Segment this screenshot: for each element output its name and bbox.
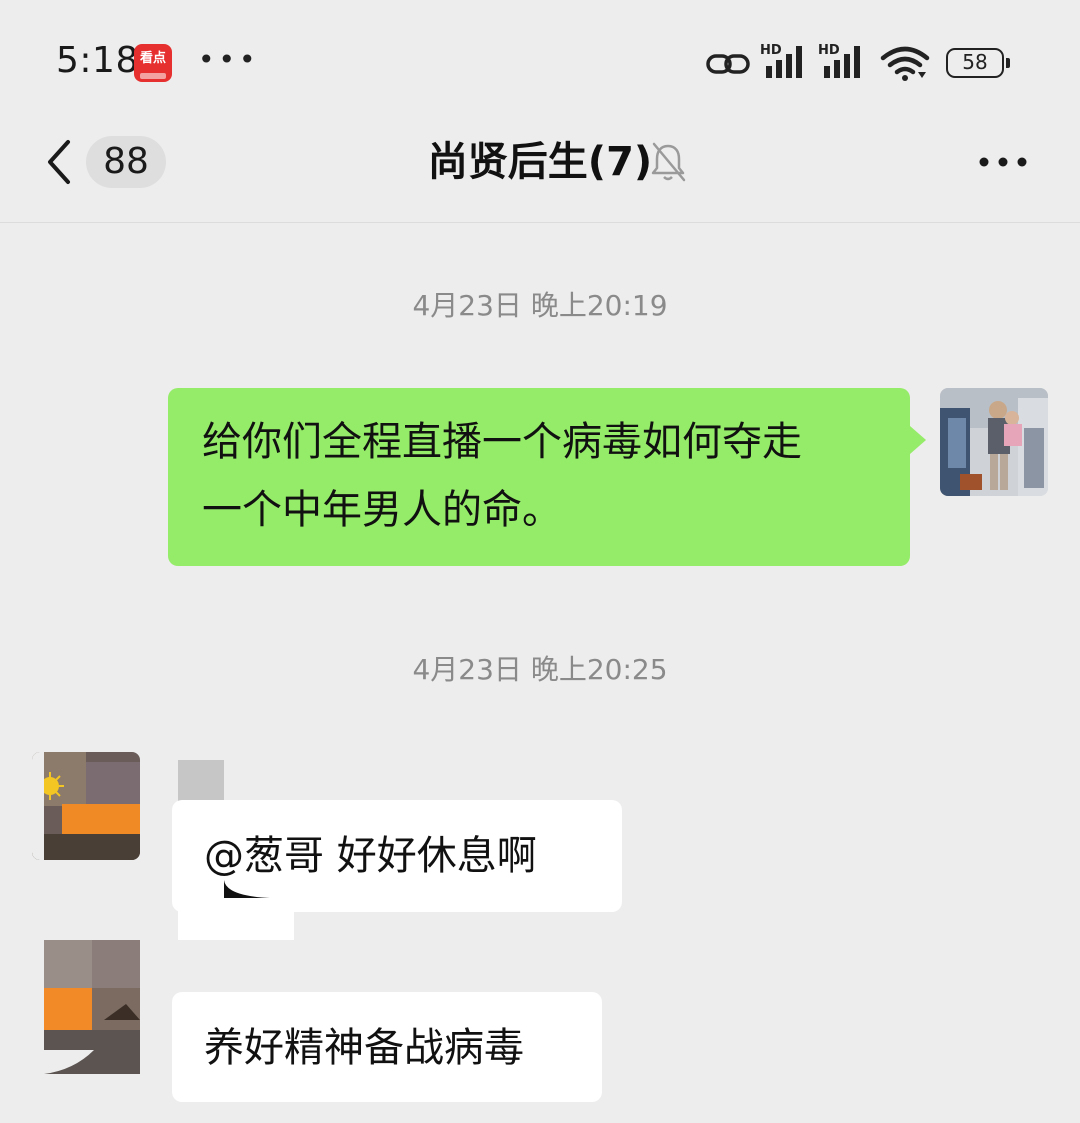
battery-icon: 58 xyxy=(946,48,1010,78)
message-timestamp: 4月23日 晚上20:25 xyxy=(412,653,668,686)
chat-header: 88 尚贤后生(7) xyxy=(0,120,1080,223)
status-bar: 5:18 看点 ••• HD HD 58 xyxy=(0,0,1080,120)
more-notifications-icon: ••• xyxy=(198,43,260,76)
signal-icon: HD xyxy=(760,43,802,78)
signal-icon: HD xyxy=(818,43,860,78)
message-text: 养好精神备战病毒 xyxy=(204,1025,524,1071)
app-badge-label: 看点 xyxy=(139,51,166,66)
network-type-1: HD xyxy=(760,43,782,58)
status-time: 5:18 xyxy=(56,40,139,81)
app-notification-icon: 看点 xyxy=(134,44,172,82)
unread-count-badge[interactable]: 88 xyxy=(86,136,166,188)
more-horizontal-icon[interactable] xyxy=(978,148,1028,176)
chevron-left-icon[interactable] xyxy=(40,136,80,188)
wifi-icon xyxy=(880,46,930,81)
avatar[interactable] xyxy=(940,388,1048,496)
network-type-2: HD xyxy=(818,43,840,58)
message-text: @葱哥 好好休息啊 xyxy=(204,833,537,879)
link-icon xyxy=(706,54,750,74)
message-timestamp: 4月23日 晚上20:19 xyxy=(412,289,668,322)
status-icons: HD HD 58 xyxy=(706,42,1016,86)
avatar[interactable] xyxy=(32,752,140,860)
outgoing-message-bubble[interactable]: 给你们全程直播一个病毒如何夺走 一个中年男人的命。 xyxy=(168,388,926,566)
message-text-line: 一个中年男人的命。 xyxy=(202,487,562,533)
message-text-line: 给你们全程直播一个病毒如何夺走 xyxy=(202,419,802,465)
battery-level: 58 xyxy=(962,50,988,74)
avatar[interactable] xyxy=(44,940,140,1074)
redacted-mosaic xyxy=(224,880,270,898)
incoming-message-bubble[interactable]: 养好精神备战病毒 xyxy=(172,992,602,1102)
bell-off-icon xyxy=(651,142,686,182)
